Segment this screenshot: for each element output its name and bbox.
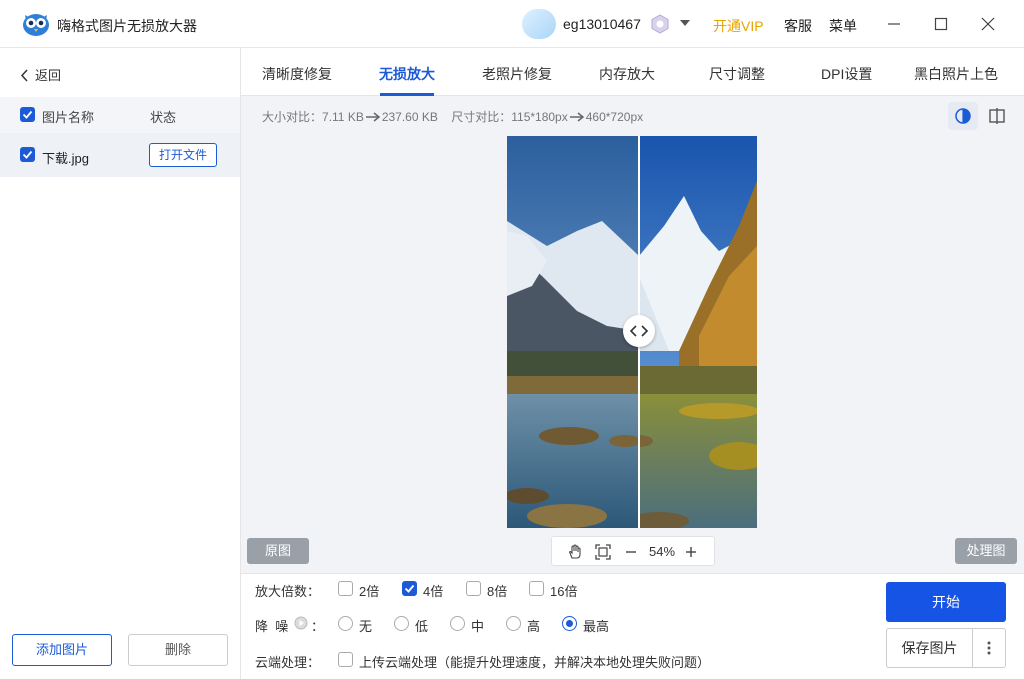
denoise-mid-radio[interactable]: [450, 616, 465, 631]
zoom-out-icon[interactable]: [624, 544, 638, 560]
original-image: [507, 136, 639, 528]
maximize-icon[interactable]: [929, 12, 953, 36]
check-icon: [22, 150, 33, 159]
tab-memory-enlarge[interactable]: 内存放大: [599, 64, 655, 84]
customer-service-link[interactable]: 客服: [784, 16, 812, 36]
cloud-processing-checkbox[interactable]: [338, 652, 353, 667]
close-icon[interactable]: [976, 12, 1000, 36]
compare-slider-handle[interactable]: [623, 315, 655, 347]
menu-link[interactable]: 菜单: [829, 16, 857, 36]
fit-screen-icon[interactable]: [595, 544, 611, 560]
scale-8x-label: 8倍: [487, 584, 508, 599]
split-view-button[interactable]: [982, 102, 1012, 130]
check-icon: [22, 110, 33, 119]
scale-16x-checkbox[interactable]: [529, 581, 544, 596]
size-compare-label: 大小对比：: [262, 110, 323, 124]
app-title: 嗨格式图片无损放大器: [57, 18, 197, 34]
tab-old-photo-repair[interactable]: 老照片修复: [482, 64, 552, 84]
feature-tabs: 清晰度修复 无损放大 老照片修复 内存放大 尺寸调整 DPI设置 黑白照片上色: [241, 48, 1024, 96]
back-label: 返回: [35, 68, 62, 83]
open-file-button[interactable]: 打开文件: [149, 143, 217, 167]
processed-label: 处理图: [955, 538, 1017, 564]
scale-label: 放大倍数：: [255, 584, 321, 599]
split-view-icon: [989, 108, 1005, 124]
sidebar: 返回 图片名称 状态 下载.jpg 打开文件 添加图片 删除: [0, 48, 241, 679]
dim-compare-label: 尺寸对比：: [451, 110, 512, 124]
file-row[interactable]: 下载.jpg 打开文件: [0, 133, 240, 177]
minimize-icon[interactable]: [882, 12, 906, 36]
denoise-max-label: 最高: [583, 619, 610, 634]
file-name: 下载.jpg: [42, 151, 89, 166]
column-status: 状态: [150, 110, 177, 125]
compare-view-button[interactable]: [948, 102, 978, 130]
contrast-icon: [955, 108, 971, 124]
processed-image: [639, 136, 757, 528]
denoise-mid-label: 中: [471, 619, 485, 634]
column-name: 图片名称: [42, 110, 95, 125]
username[interactable]: eg13010467: [563, 16, 641, 32]
file-checkbox[interactable]: [20, 147, 35, 162]
more-vertical-icon: [987, 641, 991, 655]
title-bar: 嗨格式图片无损放大器 eg13010467 开通VIP 客服 菜单: [0, 0, 1024, 48]
denoise-max-radio[interactable]: [562, 616, 577, 631]
denoise-colon: ：: [311, 619, 325, 634]
zoom-in-icon[interactable]: [684, 544, 698, 560]
save-image-button[interactable]: 保存图片: [886, 628, 972, 668]
size-after: 237.60 KB: [381, 110, 438, 124]
denoise-high-label: 高: [527, 619, 541, 634]
file-list-header: 图片名称 状态: [0, 97, 240, 133]
back-button[interactable]: 返回: [20, 65, 61, 84]
avatar[interactable]: [522, 9, 556, 39]
tab-lossless-enlarge[interactable]: 无损放大: [379, 64, 435, 84]
denoise-label-char1: 降: [255, 619, 269, 634]
scale-2x-checkbox[interactable]: [338, 581, 353, 596]
compare-info: 大小对比：7.11 KB 237.60 KB 尺寸对比：115*180px 460*…: [262, 108, 643, 125]
hand-pan-icon[interactable]: [567, 544, 583, 560]
denoise-high-radio[interactable]: [506, 616, 521, 631]
split-arrows-icon: [629, 325, 649, 337]
open-vip-link[interactable]: 开通VIP: [713, 16, 764, 36]
owl-logo-icon: [23, 14, 49, 36]
cloud-label: 云端处理：: [255, 655, 321, 670]
arrow-right-icon: [365, 112, 381, 122]
denoise-low-radio[interactable]: [394, 616, 409, 631]
help-icon[interactable]: [294, 616, 308, 630]
tab-colorize[interactable]: 黑白照片上色: [914, 64, 998, 84]
cloud-processing-label: 上传云端处理（能提升处理速度，并解决本地处理失败问题）: [359, 655, 711, 670]
more-options-button[interactable]: [972, 628, 1006, 668]
scale-8x-checkbox[interactable]: [466, 581, 481, 596]
arrow-right-icon: [569, 112, 584, 122]
scale-2x-label: 2倍: [359, 584, 380, 599]
dim-before: 115*180px: [511, 110, 568, 124]
scale-16x-label: 16倍: [550, 584, 578, 599]
size-before: 7.11 KB: [322, 110, 364, 124]
check-icon: [404, 584, 415, 593]
denoise-low-label: 低: [415, 619, 429, 634]
tab-dpi-settings[interactable]: DPI设置: [821, 64, 872, 84]
zoom-controls: 54%: [551, 536, 715, 566]
preview-area: 大小对比：7.11 KB 237.60 KB 尺寸对比：115*180px 460*…: [241, 96, 1024, 573]
start-button[interactable]: 开始: [886, 582, 1006, 622]
tab-clarity-repair[interactable]: 清晰度修复: [262, 64, 332, 84]
chevron-down-icon[interactable]: [678, 16, 692, 30]
chevron-left-icon: [20, 69, 28, 82]
scale-4x-checkbox[interactable]: [402, 581, 417, 596]
add-image-button[interactable]: 添加图片: [12, 634, 112, 666]
dim-after: 460*720px: [585, 110, 644, 124]
select-all-checkbox[interactable]: [20, 107, 35, 122]
zoom-level: 54%: [649, 544, 676, 559]
denoise-label: 降 噪: [255, 616, 288, 635]
options-panel: 放大倍数： 2倍 4倍 8倍 16倍 降 噪 ： 无 低 中 高 最高 云端处理…: [241, 573, 1024, 679]
delete-button[interactable]: 删除: [128, 634, 228, 666]
denoise-none-radio[interactable]: [338, 616, 353, 631]
denoise-none-label: 无: [359, 619, 373, 634]
member-badge-icon: [651, 14, 669, 34]
original-label: 原图: [247, 538, 309, 564]
tab-size-adjust[interactable]: 尺寸调整: [709, 64, 765, 84]
image-preview[interactable]: [507, 136, 757, 528]
denoise-label-char2: 噪: [275, 619, 289, 634]
scale-4x-label: 4倍: [423, 584, 444, 599]
